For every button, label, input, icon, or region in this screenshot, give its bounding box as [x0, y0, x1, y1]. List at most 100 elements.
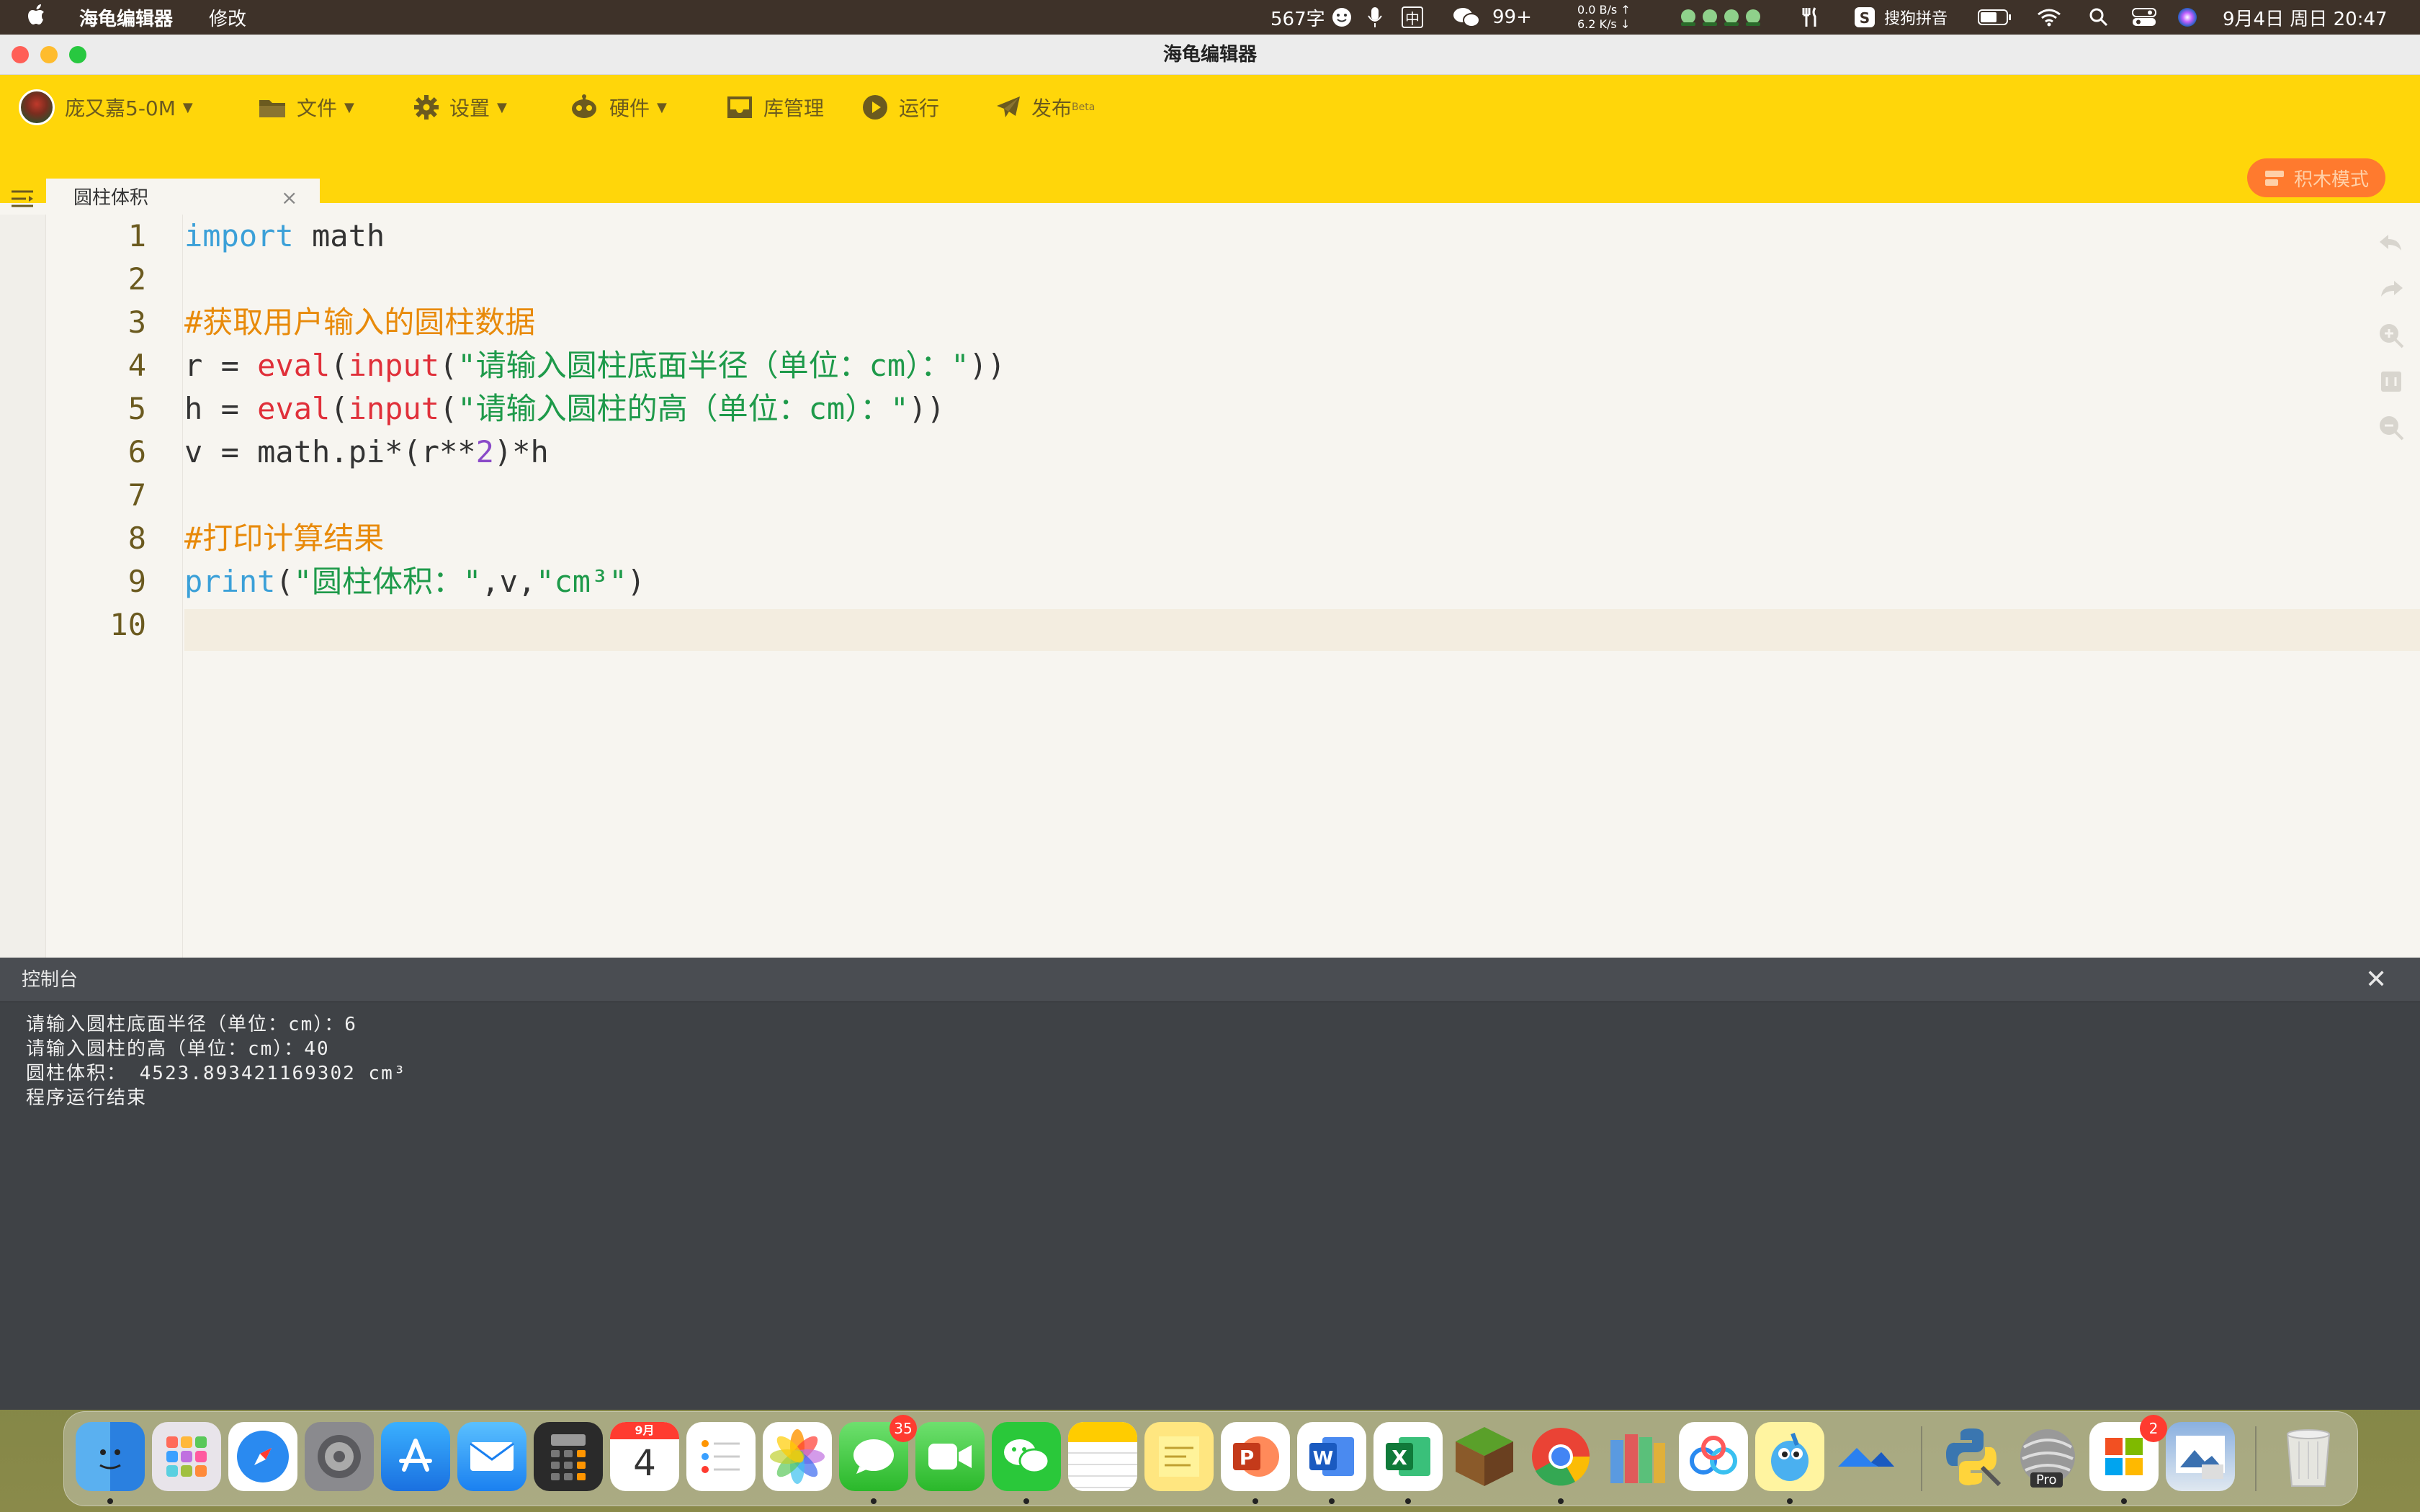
list-menu-icon[interactable]	[10, 189, 35, 209]
line-number: 4	[127, 348, 146, 383]
run-toolbar-button[interactable]: 运行	[861, 88, 939, 127]
launchpad-icon[interactable]	[152, 1422, 221, 1491]
facetime-icon[interactable]	[915, 1422, 985, 1491]
books-stack-icon[interactable]	[1603, 1422, 1672, 1491]
string-literal: "请输入圆柱的高（单位：cm）："	[457, 391, 909, 426]
code-area[interactable]: import math #获取用户输入的圆柱数据 r = eval(input(…	[184, 215, 2388, 958]
string-literal: "cm³"	[536, 564, 627, 599]
code-text: ))	[969, 348, 1006, 383]
gear-icon	[414, 95, 439, 120]
window-minimize-button[interactable]	[40, 46, 58, 63]
code-line-4: r = eval(input("请输入圆柱底面半径（单位：cm）："))	[184, 344, 1005, 387]
microphone-icon[interactable]	[1367, 0, 1383, 35]
minecraft-icon[interactable]	[1450, 1422, 1519, 1491]
paper-plane-icon	[997, 96, 1020, 117]
running-indicator	[1787, 1498, 1793, 1504]
menubar-app-name[interactable]: 海龟编辑器	[79, 4, 173, 31]
code-text: math	[293, 218, 385, 253]
running-indicator	[107, 1498, 113, 1504]
line-number: 6	[127, 434, 146, 469]
code-text: h =	[184, 391, 258, 426]
menubar-clock[interactable]: 9月4日 周日 20:47	[2223, 0, 2388, 35]
siri-icon[interactable]	[2177, 0, 2198, 35]
tab-cylinder-volume[interactable]: 圆柱体积 ×	[46, 179, 320, 217]
menubar-extra-icons[interactable]	[1678, 0, 1767, 35]
fit-view-icon[interactable]	[2377, 367, 2406, 396]
settings-menu-button[interactable]: 设置 ▼	[413, 88, 507, 127]
system-settings-icon[interactable]	[305, 1422, 374, 1491]
line-number: 1	[127, 218, 146, 253]
hardware-menu-label: 硬件	[609, 96, 650, 120]
feishu-icon[interactable]	[1832, 1422, 1901, 1491]
hardware-menu-button[interactable]: 硬件 ▼	[569, 88, 667, 127]
line-number: 3	[127, 305, 146, 340]
sogou-input-label[interactable]: 搜狗拼音	[1884, 0, 1948, 35]
user-menu[interactable]: 庞又嘉5-0M ▼	[19, 88, 193, 127]
code-line-9: print("圆柱体积：",v,"cm³")	[184, 560, 645, 603]
chevron-down-icon: ▼	[182, 99, 193, 115]
code-line-5: h = eval(input("请输入圆柱的高（单位：cm）："))	[184, 387, 945, 431]
trash-icon[interactable]	[2274, 1422, 2343, 1491]
notes-icon[interactable]	[1068, 1422, 1137, 1491]
wechat-unread-count: 99+	[1492, 6, 1532, 28]
word-icon[interactable]: W	[1297, 1422, 1366, 1491]
battery-icon[interactable]	[1978, 0, 2012, 35]
emoji-icon[interactable]	[1331, 0, 1353, 35]
apple-icon[interactable]	[27, 4, 46, 31]
code-text: (	[439, 391, 458, 426]
network-download: 6.2 K/s ↓	[1577, 17, 1631, 31]
input-method-indicator[interactable]: 中	[1402, 6, 1423, 28]
safari-icon[interactable]	[228, 1422, 297, 1491]
user-name: 庞又嘉5-0M	[65, 96, 176, 120]
tab-close-icon[interactable]: ×	[281, 179, 297, 217]
wechat-icon[interactable]	[992, 1422, 1061, 1491]
svg-text:S: S	[1860, 9, 1870, 27]
folder-icon	[259, 100, 285, 117]
console-close-icon[interactable]: ✕	[2365, 958, 2387, 1002]
finder-icon[interactable]	[76, 1422, 145, 1491]
word-count-status[interactable]: 567字	[1270, 0, 1325, 35]
window-close-button[interactable]	[12, 46, 29, 63]
mail-icon[interactable]	[457, 1422, 526, 1491]
utensils-icon[interactable]	[1801, 0, 1819, 35]
editor-side-tools	[2377, 229, 2406, 459]
file-menu-button[interactable]: 文件 ▼	[258, 88, 354, 127]
undo-icon[interactable]	[2377, 229, 2406, 258]
zoom-out-icon[interactable]	[2377, 413, 2406, 442]
network-upload: 0.0 B/s ↑	[1577, 3, 1631, 17]
baidu-netdisk-icon[interactable]	[1679, 1422, 1748, 1491]
menubar-edit-menu[interactable]: 修改	[209, 4, 246, 31]
console-output-line: 请输入圆柱底面半径（单位：cm）：6	[26, 1014, 357, 1035]
wechat-menubar-icon[interactable]	[1452, 0, 1481, 35]
code-editor[interactable]: 1 2 3 4 5 6 7 8 9 10 import math #获取用户输入…	[0, 215, 2420, 1068]
photos-icon[interactable]	[763, 1422, 832, 1491]
spotlight-search-icon[interactable]	[2089, 0, 2109, 35]
dock-separator	[1921, 1426, 1922, 1491]
calendar-icon[interactable]: 9月 4	[610, 1422, 679, 1491]
running-indicator	[1329, 1498, 1335, 1504]
stickies-icon[interactable]	[1144, 1422, 1214, 1491]
wifi-icon[interactable]	[2037, 0, 2061, 35]
play-circle-icon	[863, 95, 887, 120]
function-name: eval	[257, 391, 331, 426]
reminders-icon[interactable]	[686, 1422, 756, 1491]
zoom-in-icon[interactable]	[2377, 321, 2406, 350]
chrome-icon[interactable]	[1526, 1422, 1595, 1491]
turtle-editor-icon[interactable]	[1755, 1422, 1824, 1491]
excel-icon[interactable]: X	[1373, 1422, 1443, 1491]
publish-button[interactable]: 发布 Beta	[995, 88, 1095, 127]
run-toolbar-label: 运行	[899, 96, 940, 120]
powerpoint-icon[interactable]: P	[1221, 1422, 1290, 1491]
preview-icon[interactable]	[2166, 1422, 2235, 1491]
window-zoom-button[interactable]	[69, 46, 86, 63]
redo-icon[interactable]	[2377, 275, 2406, 304]
library-manager-button[interactable]: 库管理	[726, 88, 824, 127]
sogou-input-icon[interactable]: S	[1854, 0, 1876, 35]
keyword: print	[184, 564, 276, 599]
python-launcher-icon[interactable]	[1937, 1422, 2006, 1491]
robot-icon	[572, 94, 596, 118]
string-literal: "请输入圆柱底面半径（单位：cm）："	[457, 348, 969, 383]
app-store-icon[interactable]	[381, 1422, 450, 1491]
control-center-icon[interactable]	[2132, 0, 2156, 35]
calculator-icon[interactable]	[534, 1422, 603, 1491]
